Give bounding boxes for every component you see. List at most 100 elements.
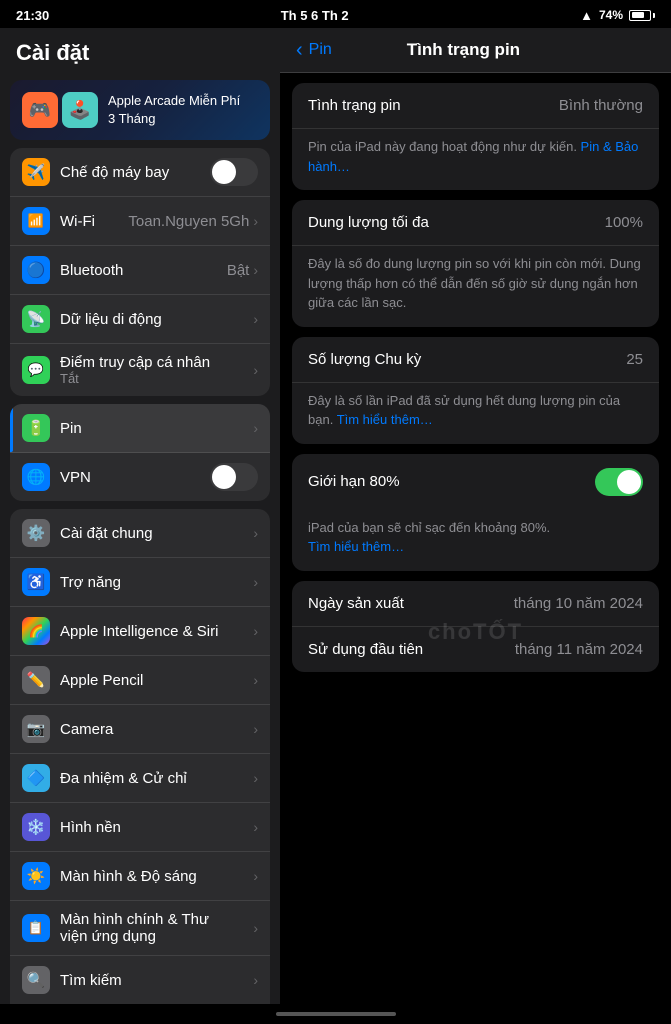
cycle-count-link[interactable]: Tìm hiểu thêm… (337, 412, 433, 427)
back-chevron-icon: ‹ (296, 40, 303, 60)
settings-group-misc: ⚙️ Cài đặt chung › ♿ Trợ năng › 🌈 Apple … (10, 509, 270, 1004)
mfg-date-label: Ngày sản xuất (308, 595, 404, 612)
battery-percent: 74% (599, 8, 623, 22)
sidebar: Cài đặt 🎮 🕹️ Apple Arcade Miễn Phí3 Thán… (0, 28, 280, 1004)
battery-health-value: Bình thường (559, 97, 643, 114)
battery-settings-icon: 🔋 (22, 414, 50, 442)
general-icon: ⚙️ (22, 519, 50, 547)
airplane-toggle[interactable] (210, 158, 258, 186)
status-time: 21:30 (16, 8, 49, 23)
sidebar-item-wifi[interactable]: 📶 Wi-Fi Toan.Nguyen 5Gh › (10, 197, 270, 246)
accessibility-icon: ♿ (22, 568, 50, 596)
status-right: ▲ 74% (580, 8, 655, 23)
limit80-link[interactable]: Tìm hiểu thêm… (308, 539, 404, 554)
arcade-icons: 🎮 🕹️ (22, 92, 98, 128)
cycle-count-label: Số lượng Chu kỳ (308, 351, 421, 368)
vpn-label: VPN (60, 469, 210, 486)
hotspot-chevron: › (253, 362, 258, 378)
bluetooth-icon: 🔵 (22, 256, 50, 284)
first-use-value: tháng 11 năm 2024 (515, 641, 643, 658)
battery-chevron: › (253, 420, 258, 436)
vpn-toggle[interactable] (210, 463, 258, 491)
sidebar-item-camera[interactable]: 📷 Camera › (10, 705, 270, 754)
wallpaper-chevron: › (253, 819, 258, 835)
camera-chevron: › (253, 721, 258, 737)
home-bar (276, 1012, 396, 1016)
homescreen-icon: 📋 (22, 914, 50, 942)
right-panel-title: Tình trạng pin (332, 40, 595, 60)
back-button[interactable]: ‹ Pin (296, 40, 332, 60)
pencil-chevron: › (253, 672, 258, 688)
bluetooth-label: Bluetooth (60, 262, 227, 279)
homescreen-label2: viện ứng dụng (60, 928, 253, 945)
wifi-chevron: › (253, 213, 258, 229)
cycle-count-card: Số lượng Chu kỳ 25 Đây là số lần iPad đã… (292, 337, 659, 444)
sidebar-item-battery[interactable]: 🔋 Pin › (10, 404, 270, 453)
camera-icon: 📷 (22, 715, 50, 743)
multitask-chevron: › (253, 770, 258, 786)
mfg-date-row: Ngày sản xuất tháng 10 năm 2024 (292, 581, 659, 627)
display-icon: ☀️ (22, 862, 50, 890)
limit80-label: Giới hạn 80% (308, 473, 400, 490)
sidebar-item-wallpaper[interactable]: ❄️ Hình nền › (10, 803, 270, 852)
sidebar-item-multitask[interactable]: 🔷 Đa nhiệm & Cử chỉ › (10, 754, 270, 803)
limit80-toggle-row: Giới hạn 80% (292, 454, 659, 510)
wifi-icon: ▲ (580, 8, 593, 23)
first-use-label: Sử dụng đầu tiên (308, 641, 423, 658)
wallpaper-icon: ❄️ (22, 813, 50, 841)
limit80-card: Giới hạn 80% iPad của bạn sẽ chỉ sạc đến… (292, 454, 659, 571)
battery-health-row: Tình trạng pin Bình thường (292, 83, 659, 129)
battery-health-link[interactable]: Pin & Bảo hành… (308, 139, 638, 174)
siri-chevron: › (253, 623, 258, 639)
arcade-text: Apple Arcade Miễn Phí3 Tháng (108, 92, 240, 128)
right-panel: ‹ Pin Tình trạng pin Tình trạng pin Bình… (280, 28, 671, 1004)
bluetooth-chevron: › (253, 262, 258, 278)
limit80-toggle[interactable] (595, 468, 643, 496)
sidebar-item-homescreen[interactable]: 📋 Màn hình chính & Thư viện ứng dụng › (10, 901, 270, 956)
sidebar-item-general[interactable]: ⚙️ Cài đặt chung › (10, 509, 270, 558)
first-use-row: Sử dụng đầu tiên tháng 11 năm 2024 (292, 627, 659, 672)
sidebar-item-accessibility[interactable]: ♿ Trợ năng › (10, 558, 270, 607)
sidebar-item-display[interactable]: ☀️ Màn hình & Độ sáng › (10, 852, 270, 901)
max-capacity-card: Dung lượng tối đa 100% Đây là số đo dung… (292, 200, 659, 327)
max-capacity-desc: Đây là số đo dung lượng pin so với khi p… (292, 246, 659, 327)
bluetooth-value: Bật (227, 262, 250, 279)
homescreen-label: Màn hình chính & Thư (60, 911, 253, 928)
homescreen-chevron: › (253, 920, 258, 936)
cycle-count-desc: Đây là số lần iPad đã sử dụng hết dung l… (292, 383, 659, 444)
sidebar-item-pencil[interactable]: ✏️ Apple Pencil › (10, 656, 270, 705)
search-chevron: › (253, 972, 258, 988)
cellular-label: Dữ liệu di động (60, 311, 253, 328)
sidebar-item-airplane[interactable]: ✈️ Chế độ máy bay (10, 148, 270, 197)
cycle-count-row: Số lượng Chu kỳ 25 (292, 337, 659, 383)
sidebar-item-hotspot[interactable]: 💬 Điểm truy cập cá nhân Tắt › (10, 344, 270, 396)
display-label: Màn hình & Độ sáng (60, 868, 253, 885)
wallpaper-label: Hình nền (60, 819, 253, 836)
camera-label: Camera (60, 721, 253, 738)
wifi-settings-icon: 📶 (22, 207, 50, 235)
nav-header: ‹ Pin Tình trạng pin (280, 28, 671, 73)
accessibility-chevron: › (253, 574, 258, 590)
sidebar-item-siri[interactable]: 🌈 Apple Intelligence & Siri › (10, 607, 270, 656)
hotspot-label: Điểm truy cập cá nhân (60, 354, 253, 371)
status-date: Th 5 6 Th 2 (281, 8, 349, 23)
sidebar-item-search[interactable]: 🔍 Tìm kiếm › (10, 956, 270, 1004)
arcade-banner[interactable]: 🎮 🕹️ Apple Arcade Miễn Phí3 Tháng (10, 80, 270, 140)
sidebar-item-cellular[interactable]: 📡 Dữ liệu di động › (10, 295, 270, 344)
battery-label: Pin (60, 420, 253, 437)
display-chevron: › (253, 868, 258, 884)
hotspot-icon: 💬 (22, 356, 50, 384)
sidebar-item-bluetooth[interactable]: 🔵 Bluetooth Bật › (10, 246, 270, 295)
wifi-value: Toan.Nguyen 5Gh (128, 213, 249, 230)
sidebar-item-vpn[interactable]: 🌐 VPN (10, 453, 270, 501)
multitask-icon: 🔷 (22, 764, 50, 792)
status-bar: 21:30 Th 5 6 Th 2 ▲ 74% (0, 0, 671, 28)
search-icon: 🔍 (22, 966, 50, 994)
battery-icon (629, 10, 655, 21)
battery-health-label: Tình trạng pin (308, 97, 401, 114)
hotspot-label-wrap: Điểm truy cập cá nhân Tắt (60, 354, 253, 386)
settings-group-connectivity: ✈️ Chế độ máy bay 📶 Wi-Fi Toan.Nguyen 5G… (10, 148, 270, 396)
cellular-icon: 📡 (22, 305, 50, 333)
siri-label: Apple Intelligence & Siri (60, 623, 253, 640)
arcade-icon-2: 🕹️ (62, 92, 98, 128)
